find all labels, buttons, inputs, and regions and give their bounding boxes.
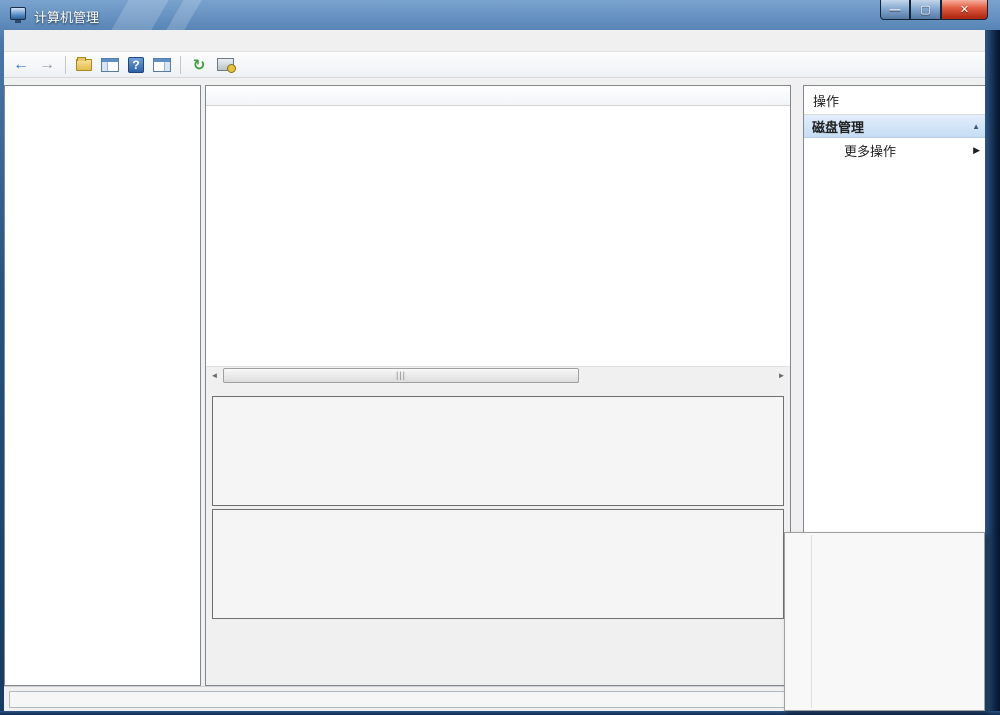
horizontal-scrollbar[interactable]: ◄ ► — [206, 366, 790, 383]
app-icon — [10, 7, 26, 20]
maximize-button[interactable]: ▢ — [910, 0, 941, 20]
export-list-icon[interactable] — [73, 55, 95, 75]
toolbar: ← → ? ↻ — [4, 52, 985, 78]
more-actions-item[interactable]: 更多操作 ▶ — [804, 138, 988, 162]
group-header-label: 磁盘管理 — [812, 117, 864, 136]
disk-management-group-header[interactable]: 磁盘管理 ▲ — [804, 115, 988, 138]
graphical-disk-view — [206, 383, 790, 685]
menu-bar — [4, 30, 985, 52]
console-window-icon[interactable] — [214, 55, 236, 75]
window-bottom-border — [0, 711, 1000, 715]
scrollbar-thumb[interactable] — [223, 368, 579, 383]
computer-management-window: 计算机管理 — ▢ ✕ ← → ? ↻ ◄ ► — [0, 0, 1000, 715]
volume-table-header — [206, 86, 790, 106]
more-actions-label: 更多操作 — [844, 141, 896, 160]
status-bar-field — [9, 691, 815, 708]
console-tree-pane — [4, 85, 201, 686]
actions-title: 操作 — [804, 86, 988, 115]
close-button[interactable]: ✕ — [941, 0, 988, 20]
show-console-tree-icon[interactable] — [99, 55, 121, 75]
forward-icon[interactable]: → — [36, 55, 58, 75]
scroll-left-arrow[interactable]: ◄ — [206, 367, 223, 384]
context-menu — [784, 532, 985, 711]
submenu-arrow-icon: ▶ — [973, 145, 980, 156]
title-bar[interactable]: 计算机管理 — ▢ ✕ — [0, 0, 1000, 30]
window-title: 计算机管理 — [34, 7, 99, 26]
titlebar-glass-streak — [111, 0, 168, 30]
scroll-right-arrow[interactable]: ► — [773, 367, 790, 384]
show-action-pane-icon[interactable] — [151, 55, 173, 75]
titlebar-glass-streak — [166, 0, 201, 30]
disk-0-row — [212, 396, 784, 506]
disk-management-pane: ◄ ► — [205, 85, 791, 686]
collapse-chevron-icon[interactable]: ▲ — [972, 122, 980, 131]
disk-1-row — [212, 509, 784, 619]
help-icon[interactable]: ? — [125, 55, 147, 75]
toolbar-separator — [65, 56, 66, 74]
window-right-border — [985, 30, 1000, 715]
minimize-button[interactable]: — — [880, 0, 910, 20]
refresh-icon[interactable]: ↻ — [188, 55, 210, 75]
toolbar-separator — [180, 56, 181, 74]
back-icon[interactable]: ← — [10, 55, 32, 75]
